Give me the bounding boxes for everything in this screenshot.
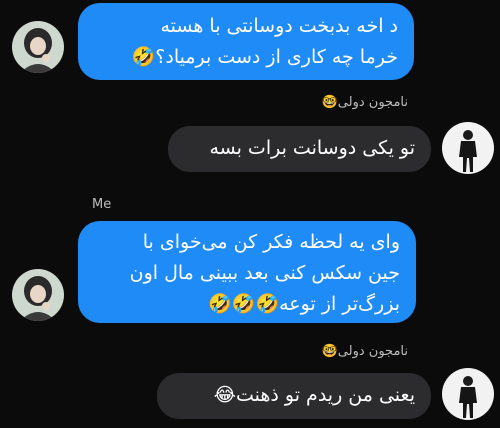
message-bubble-2[interactable]: تو یکی دوسانت برات بسه	[168, 126, 431, 172]
contact-avatar[interactable]	[442, 368, 494, 420]
avatar-image	[12, 21, 64, 73]
sender-name: نامجون دولی🤓	[321, 344, 408, 359]
message-bubble-4[interactable]: یعنی من ریدم تو ذهنت😂	[157, 373, 431, 419]
sender-name: Me	[92, 197, 112, 212]
my-avatar[interactable]	[12, 21, 64, 73]
contact-avatar[interactable]	[442, 122, 494, 174]
message-bubble-1[interactable]: د اخه بدبخت دوسانتی با هسته خرما چه کاری…	[78, 3, 414, 80]
message-line: د اخه بدبخت دوسانتی با هسته	[160, 15, 398, 37]
message-line: بزرگ‌تر از توعه🤣🤣🤣	[208, 293, 400, 315]
chat-thread[interactable]: د اخه بدبخت دوسانتی با هسته خرما چه کاری…	[0, 0, 500, 428]
my-avatar[interactable]	[12, 269, 64, 321]
message-line: خرما چه کاری از دست برمیاد؟🤣	[131, 46, 398, 68]
message-line: تو یکی دوسانت برات بسه	[209, 137, 415, 159]
avatar-image	[12, 269, 64, 321]
avatar-image	[442, 122, 494, 174]
message-line: جین سکس کنی بعد ببینی مال اون	[129, 262, 400, 284]
message-line: یعنی من ریدم تو ذهنت😂	[213, 384, 415, 406]
message-bubble-3[interactable]: وای یه لحظه فکر کن می‌خوای با جین سکس کن…	[78, 221, 416, 323]
message-line: وای یه لحظه فکر کن می‌خوای با	[142, 231, 400, 253]
sender-name: نامجون دولی🤓	[321, 95, 408, 110]
avatar-image	[442, 368, 494, 420]
